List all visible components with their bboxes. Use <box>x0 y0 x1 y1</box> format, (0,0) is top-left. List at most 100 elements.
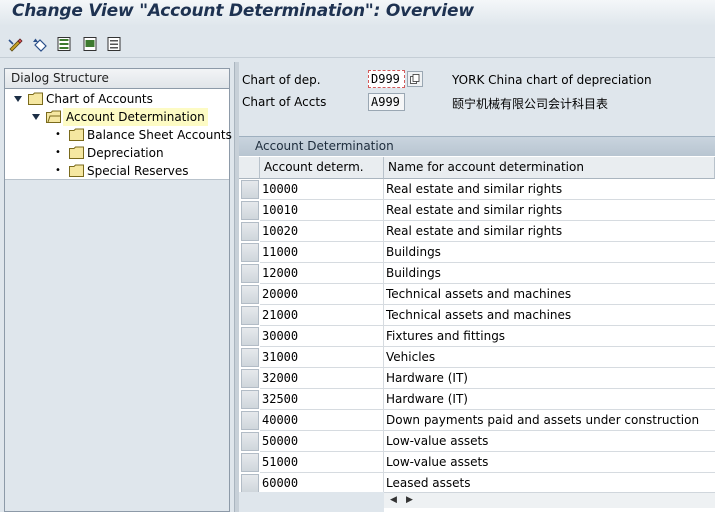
name-cell[interactable]: Low-value assets <box>384 452 715 473</box>
row-selector[interactable] <box>241 327 259 346</box>
table-row[interactable]: 21000 Technical assets and machines <box>239 305 715 326</box>
row-selector[interactable] <box>241 222 259 241</box>
tree-node-chart-of-accounts[interactable]: Chart of Accounts <box>11 90 226 108</box>
name-cell[interactable]: Down payments paid and assets under cons… <box>384 410 715 431</box>
name-cell[interactable]: Real estate and similar rights <box>384 179 715 200</box>
table-row[interactable]: 10010 Real estate and similar rights <box>239 200 715 221</box>
tree-node-special-reserves[interactable]: • Special Reserves <box>11 162 226 180</box>
chart-of-dep-field[interactable]: D999 <box>368 70 405 88</box>
account-determ-cell[interactable]: 21000 <box>260 305 384 326</box>
change-display-icon <box>8 38 23 52</box>
select-all-button[interactable] <box>54 34 74 54</box>
dialog-structure-panel: Dialog Structure Chart of Accounts Accou… <box>4 68 232 512</box>
name-cell[interactable]: Buildings <box>384 242 715 263</box>
account-determ-cell[interactable]: 12000 <box>260 263 384 284</box>
undo-button[interactable] <box>30 34 50 54</box>
row-selector[interactable] <box>241 306 259 325</box>
account-determ-cell[interactable]: 31000 <box>260 347 384 368</box>
dialog-structure-heading: Dialog Structure <box>5 69 229 89</box>
chart-of-accts-field: A999 <box>368 93 405 111</box>
account-determ-cell[interactable]: 51000 <box>260 452 384 473</box>
table-row[interactable]: 11000 Buildings <box>239 242 715 263</box>
table-row[interactable]: 31000 Vehicles <box>239 347 715 368</box>
row-selector[interactable] <box>241 369 259 388</box>
tree-label: Depreciation <box>87 146 164 160</box>
table-row[interactable]: 40000 Down payments paid and assets under… <box>239 410 715 431</box>
row-selector[interactable] <box>241 243 259 262</box>
row-selector[interactable] <box>241 201 259 220</box>
row-selector[interactable] <box>241 453 259 472</box>
name-cell[interactable]: Fixtures and fittings <box>384 326 715 347</box>
table-title: Account Determination <box>239 136 715 156</box>
undo-icon <box>33 38 47 52</box>
folder-icon <box>28 92 43 105</box>
select-block-button[interactable] <box>80 34 100 54</box>
tree-node-balance-sheet-accounts[interactable]: • Balance Sheet Accounts <box>11 126 232 144</box>
table-row[interactable]: 12000 Buildings <box>239 263 715 284</box>
expanded-triangle-icon[interactable] <box>13 94 23 104</box>
row-selector[interactable] <box>241 474 259 493</box>
select-all-rows-header[interactable] <box>239 157 260 179</box>
column-header-name[interactable]: Name for account determination <box>384 157 715 179</box>
account-determ-cell[interactable]: 10000 <box>260 179 384 200</box>
tree-node-depreciation[interactable]: • Depreciation <box>11 144 226 162</box>
horizontal-scrollbar[interactable]: ◀ ▶ <box>384 492 715 508</box>
table-row[interactable]: 30000 Fixtures and fittings <box>239 326 715 347</box>
account-determ-cell[interactable]: 20000 <box>260 284 384 305</box>
name-cell[interactable]: Real estate and similar rights <box>384 200 715 221</box>
row-selector[interactable] <box>241 348 259 367</box>
row-selector[interactable] <box>241 411 259 430</box>
deselect-all-button[interactable] <box>104 34 124 54</box>
change-display-button[interactable] <box>6 34 26 54</box>
bullet-icon: • <box>55 147 61 158</box>
table-row[interactable]: 51000 Low-value assets <box>239 452 715 473</box>
row-selector[interactable] <box>241 180 259 199</box>
tree-label: Chart of Accounts <box>46 92 153 106</box>
tree-node-account-determination[interactable]: Account Determination <box>11 108 226 126</box>
account-determination-table: Account Determination Account determ. Na… <box>239 136 715 512</box>
table-row[interactable]: 20000 Technical assets and machines <box>239 284 715 305</box>
account-determ-cell[interactable]: 10010 <box>260 200 384 221</box>
chart-of-dep-label: Chart of dep. <box>242 73 321 87</box>
table-row[interactable]: 32500 Hardware (IT) <box>239 389 715 410</box>
row-selector[interactable] <box>241 390 259 409</box>
table-row[interactable]: 60000 Leased assets <box>239 473 715 494</box>
name-cell[interactable]: Technical assets and machines <box>384 284 715 305</box>
name-cell[interactable]: Low-value assets <box>384 431 715 452</box>
account-determ-cell[interactable]: 11000 <box>260 242 384 263</box>
select-all-icon <box>57 37 71 51</box>
account-determ-cell[interactable]: 32500 <box>260 389 384 410</box>
row-selector[interactable] <box>241 264 259 283</box>
table-row[interactable]: 32000 Hardware (IT) <box>239 368 715 389</box>
table-footer-area <box>239 492 384 512</box>
account-determ-cell[interactable]: 40000 <box>260 410 384 431</box>
scroll-right-icon[interactable]: ▶ <box>406 495 413 505</box>
scroll-left-icon[interactable]: ◀ <box>390 495 397 505</box>
column-header-account-determ[interactable]: Account determ. <box>260 157 384 179</box>
open-folder-icon <box>46 110 61 123</box>
account-determ-cell[interactable]: 50000 <box>260 431 384 452</box>
select-block-icon <box>83 37 97 51</box>
name-cell[interactable]: Technical assets and machines <box>384 305 715 326</box>
name-cell[interactable]: Real estate and similar rights <box>384 221 715 242</box>
account-determ-cell[interactable]: 60000 <box>260 473 384 494</box>
row-selector[interactable] <box>241 285 259 304</box>
tree-label: Account Determination <box>63 108 208 126</box>
account-determ-cell[interactable]: 10020 <box>260 221 384 242</box>
account-determ-cell[interactable]: 32000 <box>260 368 384 389</box>
name-cell[interactable]: Leased assets <box>384 473 715 494</box>
table-row[interactable]: 10000 Real estate and similar rights <box>239 179 715 200</box>
table-row[interactable]: 50000 Low-value assets <box>239 431 715 452</box>
page-title: Change View "Account Determination": Ove… <box>12 1 474 21</box>
name-cell[interactable]: Hardware (IT) <box>384 368 715 389</box>
account-determ-cell[interactable]: 30000 <box>260 326 384 347</box>
value-help-button[interactable] <box>407 71 423 87</box>
name-cell[interactable]: Hardware (IT) <box>384 389 715 410</box>
bullet-icon: • <box>55 129 61 140</box>
name-cell[interactable]: Vehicles <box>384 347 715 368</box>
row-selector[interactable] <box>241 432 259 451</box>
table-row[interactable]: 10020 Real estate and similar rights <box>239 221 715 242</box>
chart-of-dep-description: YORK China chart of depreciation <box>452 73 652 87</box>
name-cell[interactable]: Buildings <box>384 263 715 284</box>
expanded-triangle-icon[interactable] <box>31 112 41 122</box>
